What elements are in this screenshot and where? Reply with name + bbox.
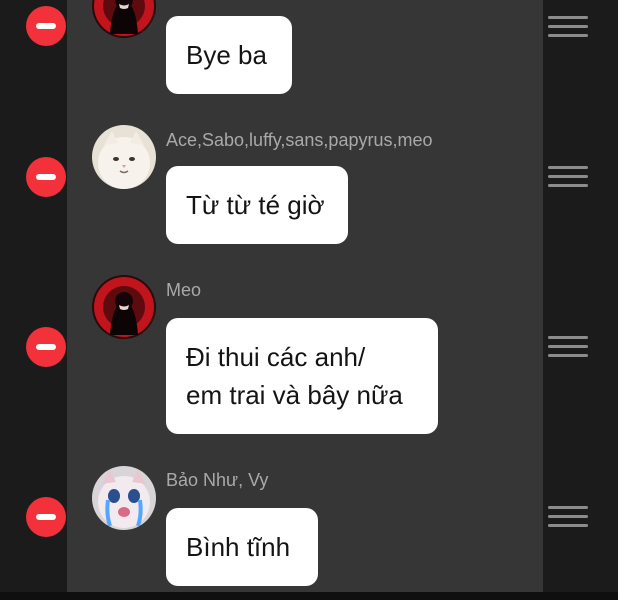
sender-name: Bảo Như, Vy — [166, 470, 269, 490]
drag-handle-icon[interactable] — [548, 334, 588, 360]
drag-handle-icon[interactable] — [548, 504, 588, 530]
message-text: Bình tĩnh — [186, 532, 291, 562]
sender-name: Meo — [166, 280, 202, 300]
minus-icon — [36, 23, 56, 29]
chat-edit-screen: Bye ba Ace,Sabo,luffy,sans,papyrus,meo T… — [0, 0, 618, 600]
message-text: Từ từ té giờ — [186, 190, 325, 220]
sender-name: Ace,Sabo,luffy,sans,papyrus,meo — [166, 130, 433, 150]
remove-message-button[interactable] — [26, 6, 66, 46]
message-bubble[interactable]: Bình tĩnh — [166, 508, 318, 586]
message-text: Bye ba — [186, 40, 267, 70]
message-bubble[interactable]: Bye ba — [166, 16, 292, 94]
bottom-bar — [0, 592, 618, 600]
dark-red-avatar-icon — [92, 275, 156, 339]
remove-message-button[interactable] — [26, 157, 66, 197]
message-bubble[interactable]: Từ từ té giờ — [166, 166, 348, 244]
drag-handle-icon[interactable] — [548, 164, 588, 190]
message-text-line: Đi thui các anh/ — [186, 342, 366, 372]
minus-icon — [36, 344, 56, 350]
minus-icon — [36, 514, 56, 520]
white-cat-avatar-icon — [92, 125, 156, 189]
remove-message-button[interactable] — [26, 327, 66, 367]
message-bubble[interactable]: Đi thui các anh/ em trai và bây nữa — [166, 318, 438, 434]
message-text-line: em trai và bây nữa — [186, 380, 403, 410]
crying-cat-avatar-icon — [92, 466, 156, 530]
remove-message-button[interactable] — [26, 497, 66, 537]
drag-handle-icon[interactable] — [548, 14, 588, 40]
minus-icon — [36, 174, 56, 180]
